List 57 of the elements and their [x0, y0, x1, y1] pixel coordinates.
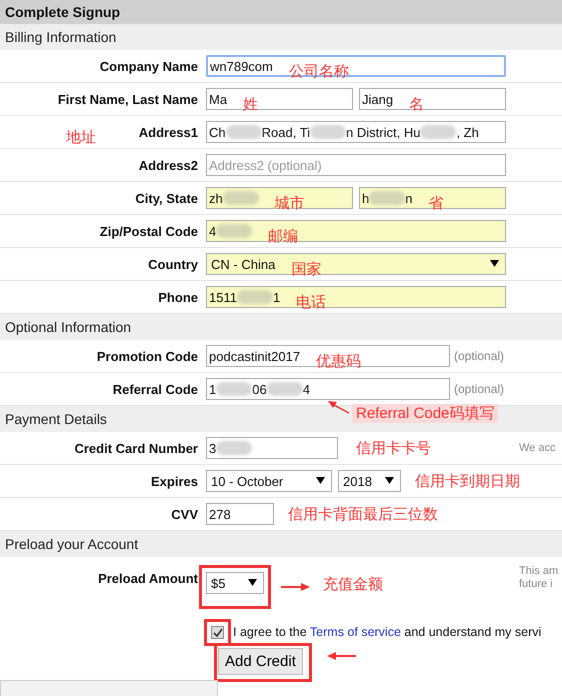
input-field[interactable]: wn789com 公司名称 — [206, 55, 506, 77]
caret-icon — [490, 260, 499, 267]
annotation-text: 信用卡背面最后三位数 — [288, 504, 438, 524]
agreement-text: I agree to the Terms of service and understand my servi — [233, 625, 542, 639]
field-label: Zip/Postal Code — [100, 224, 198, 238]
input-field[interactable]: 4 邮编 — [206, 220, 506, 242]
annotation-text: 地址 — [66, 128, 96, 147]
dropdown[interactable]: CN - China 国家 — [206, 253, 506, 275]
field-label: Credit Card Number — [74, 440, 198, 456]
section-title: Payment Details — [5, 411, 107, 427]
add-credit-button[interactable]: Add Credit — [218, 648, 303, 675]
input-field[interactable]: Jiang 名 — [359, 88, 506, 110]
field-label: Company Name — [100, 58, 198, 74]
input-field[interactable]: h n 省 — [359, 187, 506, 209]
input-field[interactable]: 1 06 4 — [206, 378, 450, 400]
help-text: future i — [519, 578, 554, 591]
field-label: Preload Amount — [98, 571, 198, 586]
field-label: Expires — [151, 474, 198, 488]
field-label: First Name, Last Name — [58, 92, 198, 106]
help-text: We acc — [519, 442, 556, 455]
caret-icon — [385, 477, 394, 484]
help-text: This am — [519, 565, 558, 578]
annotation-text: 信用卡到期日期 — [415, 472, 520, 490]
field-label: Country — [148, 256, 198, 272]
annotation-text: 信用卡卡号 — [356, 438, 431, 458]
dropdown[interactable]: 10 - October — [206, 470, 332, 492]
field-label: CVV — [171, 506, 198, 522]
field-label: Promotion Code — [96, 348, 198, 364]
arrow-icon — [328, 400, 350, 414]
field-label: Address2 — [138, 158, 198, 172]
checkbox[interactable] — [211, 626, 224, 638]
input-field[interactable]: Ma 姓 — [206, 88, 353, 110]
page-title: Complete Signup — [5, 4, 120, 20]
optional-hint: (optional) — [454, 382, 504, 396]
field-label: City, State — [135, 190, 198, 206]
input-field[interactable]: zh 城市 — [206, 187, 353, 209]
section-title: Preload your Account — [5, 536, 138, 552]
dropdown[interactable]: 2018 — [338, 470, 401, 492]
input-field[interactable]: 3 — [206, 437, 338, 459]
terms-link[interactable]: Terms of service — [310, 625, 401, 639]
field-label: Address1 — [138, 124, 198, 140]
field-label: Phone — [158, 290, 198, 304]
field-label: Referral Code — [112, 382, 198, 396]
annotation-text: Referral Code码填写 — [352, 404, 498, 423]
annotation-text: 充值金额 — [323, 574, 383, 594]
arrow-icon — [281, 582, 311, 592]
dropdown[interactable]: $5 — [206, 572, 264, 594]
caret-icon — [248, 579, 257, 586]
input-field[interactable]: podcastinit2017 优惠码 — [206, 345, 450, 367]
section-title: Billing Information — [5, 29, 116, 45]
input-field[interactable]: 278 — [206, 503, 274, 525]
section-title: Optional Information — [5, 319, 132, 335]
optional-hint: (optional) — [454, 349, 504, 363]
input-field[interactable]: Ch Road, Ti n District, Hu , Zh — [206, 121, 506, 143]
arrow-icon — [326, 650, 356, 660]
caret-icon — [316, 477, 325, 484]
input-field[interactable]: 1511 1 电话 — [206, 286, 506, 308]
